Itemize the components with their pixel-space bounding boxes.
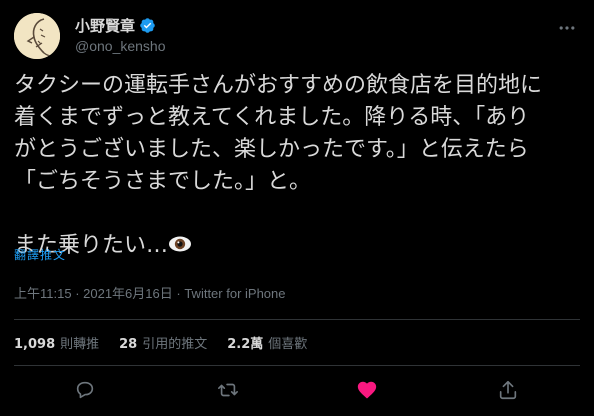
- like-count: 2.2萬: [227, 337, 264, 352]
- meta-separator: ·: [71, 286, 84, 301]
- retweet-label: 則轉推: [60, 337, 100, 352]
- tweet-source[interactable]: Twitter for iPhone: [184, 286, 285, 301]
- user-info: 小野賢章 @ono_kensho: [75, 15, 166, 55]
- divider-top: [14, 319, 580, 320]
- retweet-count: 1,098: [14, 337, 56, 352]
- eye-icon: [168, 233, 192, 255]
- tweet-time[interactable]: 上午11:15: [14, 286, 72, 301]
- reply-icon[interactable]: [73, 378, 97, 402]
- display-name[interactable]: 小野賢章: [75, 15, 135, 36]
- tweet-meta: 上午11:15 · 2021年6月16日 · Twitter for iPhon…: [14, 283, 285, 302]
- like-label: 個喜歡: [268, 337, 308, 352]
- user-handle[interactable]: @ono_kensho: [75, 38, 166, 54]
- tweet-header: 小野賢章 @ono_kensho: [14, 13, 580, 61]
- avatar[interactable]: [14, 13, 60, 59]
- tweet-text: タクシーの運転手さんがおすすめの飲食店を目的地に 着くまでずっと教えてくれました…: [14, 73, 543, 258]
- quote-count: 28: [119, 337, 138, 352]
- share-icon[interactable]: [496, 378, 520, 402]
- display-name-row: 小野賢章: [75, 15, 166, 35]
- heart-icon[interactable]: [355, 378, 379, 402]
- retweet-icon[interactable]: [216, 378, 240, 402]
- tweet-stats: 1,098 則轉推 28 引用的推文 2.2萬 個喜歡: [14, 333, 327, 352]
- retweet-count-stat[interactable]: 1,098 則轉推: [14, 333, 99, 352]
- quote-count-stat[interactable]: 28 引用的推文: [119, 333, 207, 352]
- translate-tweet-link[interactable]: 翻譯推文: [14, 246, 66, 263]
- verified-badge-icon: [139, 17, 156, 34]
- tweet-body: タクシーの運転手さんがおすすめの飲食店を目的地に 着くまでずっと教えてくれました…: [14, 70, 586, 262]
- tweet-date[interactable]: 2021年6月16日: [83, 286, 173, 301]
- tweet-actions: [0, 372, 594, 408]
- quote-label: 引用的推文: [142, 337, 208, 352]
- more-icon[interactable]: [556, 17, 578, 39]
- tweet: 小野賢章 @ono_kensho タクシーの運転手さんがおすすめの飲食店を目的地…: [0, 0, 594, 416]
- divider-bottom: [14, 365, 580, 366]
- meta-separator-2: ·: [172, 286, 185, 301]
- like-count-stat[interactable]: 2.2萬 個喜歡: [227, 333, 307, 352]
